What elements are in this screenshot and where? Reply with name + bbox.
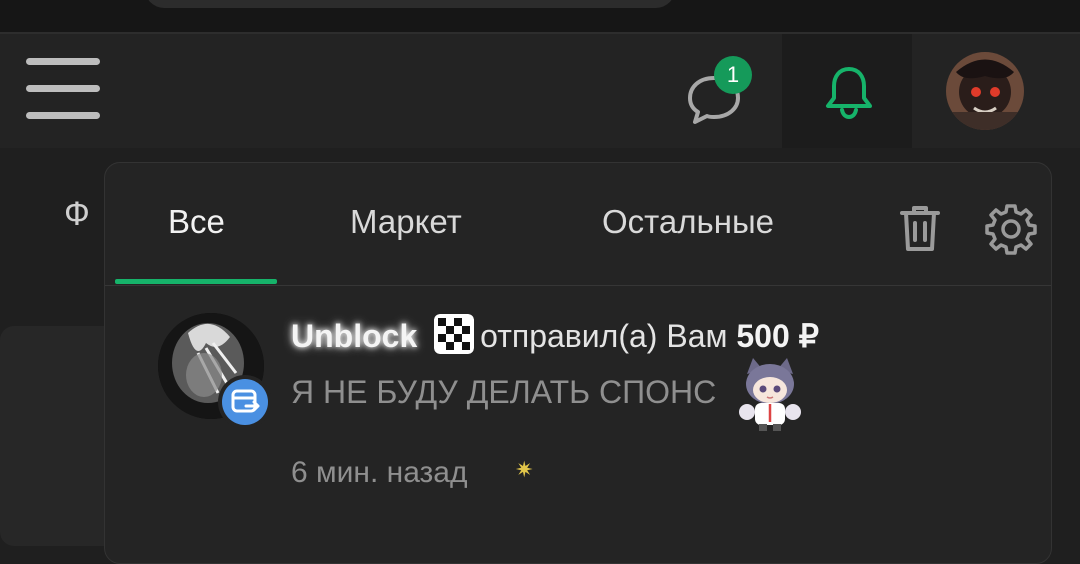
notification-title: Unblock отправил(а) Вам 500 ₽ bbox=[291, 314, 819, 355]
notification-message: Я НЕ БУДУ ДЕЛАТЬ СПОНС bbox=[291, 374, 717, 410]
bell-icon bbox=[826, 67, 872, 120]
notifications-tabs: Все Маркет Остальные bbox=[105, 163, 1051, 286]
tab-market[interactable]: Маркет bbox=[350, 203, 462, 241]
trash-icon bbox=[900, 206, 940, 251]
page-card-behind bbox=[0, 326, 120, 546]
tab-all[interactable]: Все bbox=[168, 203, 225, 241]
chat-unread-badge: 1 bbox=[714, 56, 752, 94]
menu-icon[interactable] bbox=[26, 58, 100, 120]
sender-username[interactable]: Unblock bbox=[291, 318, 417, 354]
site-header: 1 bbox=[0, 32, 1080, 148]
top-search-bar[interactable] bbox=[145, 0, 675, 8]
transfer-amount: 500 ₽ bbox=[736, 318, 820, 354]
checkered-flag-icon bbox=[434, 314, 475, 354]
avatar-image bbox=[946, 52, 1024, 130]
notifications-button[interactable] bbox=[782, 34, 912, 148]
notifications-dropdown: Все Маркет Остальные Unblock отправил(а)… bbox=[104, 162, 1052, 564]
anime-cat-girl-sticker bbox=[739, 358, 801, 431]
delete-all-button[interactable] bbox=[898, 203, 942, 257]
gear-icon bbox=[985, 204, 1037, 255]
notification-time: 6 мин. назад bbox=[291, 456, 468, 489]
user-avatar[interactable] bbox=[946, 52, 1024, 130]
settings-button[interactable] bbox=[985, 203, 1037, 259]
active-tab-indicator bbox=[115, 279, 277, 284]
sparkle-icon: ✷ bbox=[515, 458, 534, 483]
notification-item[interactable]: Unblock отправил(а) Вам 500 ₽ Я НЕ БУДУ … bbox=[105, 286, 1051, 563]
transfer-icon bbox=[231, 389, 260, 413]
browser-top-strip bbox=[0, 0, 1080, 32]
money-transfer-badge bbox=[218, 375, 272, 429]
action-text: отправил(а) Вам bbox=[480, 318, 728, 354]
tab-other[interactable]: Остальные bbox=[602, 203, 774, 241]
page-heading-partial: Ф bbox=[64, 195, 90, 233]
